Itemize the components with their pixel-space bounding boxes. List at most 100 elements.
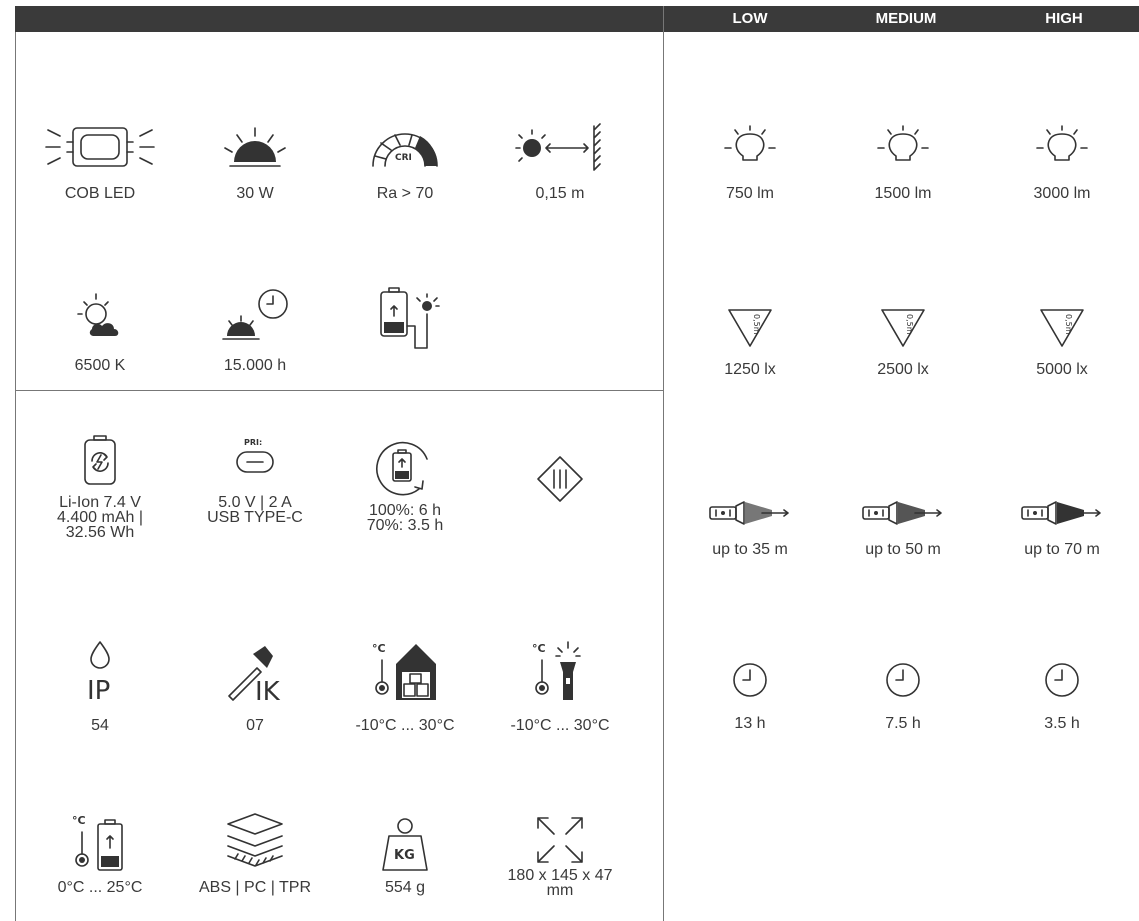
lumen-medium: 1500 lm xyxy=(828,125,978,206)
spec-cri: CRI Ra > 70 xyxy=(330,120,480,210)
svg-text:°C: °C xyxy=(372,642,386,655)
svg-text:0,5m: 0,5m xyxy=(752,314,761,335)
range-medium-value: up to 50 m xyxy=(865,541,941,558)
spec-charge-time: 100%: 6 h 70%: 3.5 h xyxy=(330,435,480,545)
spec-ik: IK 07 xyxy=(180,638,330,748)
range-low: up to 35 m xyxy=(675,500,825,560)
spec-power: 30 W xyxy=(180,120,330,210)
svg-text:CRI: CRI xyxy=(395,153,412,163)
lumen-low: 750 lm xyxy=(675,125,825,206)
sun-cloud-icon xyxy=(77,293,119,336)
bulb-icon xyxy=(1036,125,1088,161)
min-distance-icon xyxy=(515,123,601,171)
lux-medium-value: 2500 lx xyxy=(877,361,929,378)
cri-label: Ra > 70 xyxy=(376,185,434,202)
lifetime-label: 15.000 h xyxy=(223,357,287,374)
charge-time-label: 100%: 6 h 70%: 3.5 h xyxy=(366,502,444,534)
lux-medium: 0,5m 2500 lx xyxy=(828,306,978,386)
lux-cone-icon: 0,5m xyxy=(1040,309,1084,347)
lifetime-icon xyxy=(222,289,288,340)
clock-icon xyxy=(733,663,767,697)
svg-text:IP: IP xyxy=(87,676,110,706)
operating-temp-label: -10°C ... 30°C xyxy=(355,717,455,734)
flashlight-temp-icon: °C xyxy=(532,641,581,700)
level-medium-header: MEDIUM xyxy=(875,10,937,27)
svg-text:°C: °C xyxy=(532,642,546,655)
spec-lifetime: 15.000 h xyxy=(180,289,330,380)
weight-label: 554 g xyxy=(384,879,426,896)
spec-materials: ABS | PC | TPR xyxy=(180,810,330,920)
left-border xyxy=(15,32,16,921)
power-label: 30 W xyxy=(236,185,274,202)
dimensions-arrows-icon xyxy=(537,817,583,863)
storage-temp-icon: °C xyxy=(372,642,436,700)
range-low-value: up to 35 m xyxy=(712,541,788,558)
spec-weight: KG 554 g xyxy=(330,810,480,920)
spec-operating-temp: °C -10°C ... 30°C xyxy=(330,638,480,748)
spec-battery: Li-Ion 7.4 V 4.400 mAh | 32.56 Wh xyxy=(25,435,175,545)
bulb-icon xyxy=(724,125,776,161)
battery-recycle-icon xyxy=(84,435,116,485)
svg-text:0,5m: 0,5m xyxy=(1064,314,1073,335)
lux-low-value: 1250 lx xyxy=(724,361,776,378)
usb-c-icon: PRI: xyxy=(236,438,274,473)
range-high: up to 70 m xyxy=(987,500,1137,560)
charging-temp-icon: °C xyxy=(72,814,123,871)
svg-text:KG: KG xyxy=(394,848,415,863)
spec-min-distance: 0,15 m xyxy=(485,120,635,210)
ik-label: 07 xyxy=(246,717,264,734)
section-divider xyxy=(15,390,663,391)
ip-label: 54 xyxy=(91,717,109,734)
level-low-header: LOW xyxy=(732,10,768,27)
spec-charging-temp: °C 0°C ... 25°C xyxy=(25,810,175,920)
weight-kg-icon: KG xyxy=(382,818,428,871)
svg-text:°C: °C xyxy=(72,814,86,827)
header-bar xyxy=(15,6,1139,32)
runtime-low: 13 h xyxy=(675,660,825,740)
spec-color-temp: 6500 K xyxy=(25,290,175,380)
lux-cone-icon: 0,5m xyxy=(728,309,772,347)
bulb-icon xyxy=(877,125,929,161)
spec-storage-temp: °C -10°C ... 30°C xyxy=(485,638,635,748)
svg-text:0,5m: 0,5m xyxy=(905,314,914,335)
runtime-low-value: 13 h xyxy=(734,715,766,732)
ip-drop-icon: IP xyxy=(87,641,110,706)
lux-high-value: 5000 lx xyxy=(1036,361,1088,378)
svg-text:PRI:: PRI: xyxy=(244,438,262,447)
powerbank-output-icon xyxy=(380,287,440,349)
column-divider xyxy=(663,6,664,921)
lumen-medium-value: 1500 lm xyxy=(874,185,932,202)
clock-icon xyxy=(1045,663,1079,697)
battery-label: Li-Ion 7.4 V 4.400 mAh | 32.56 Wh xyxy=(57,494,143,541)
flashlight-beam-icon xyxy=(1021,501,1101,525)
runtime-high-value: 3.5 h xyxy=(1044,715,1080,732)
lux-cone-icon: 0,5m xyxy=(881,309,925,347)
cri-gauge-icon: CRI xyxy=(372,133,438,167)
spec-cob-led: COB LED xyxy=(25,120,175,210)
flashlight-beam-icon xyxy=(709,501,789,525)
clock-icon xyxy=(886,663,920,697)
spec-dimensions: 180 x 145 x 47 mm xyxy=(485,810,635,920)
lux-low: 0,5m 1250 lx xyxy=(675,306,825,386)
runtime-high: 3.5 h xyxy=(987,660,1137,740)
storage-temp-label: -10°C ... 30°C xyxy=(510,717,610,734)
materials-label: ABS | PC | TPR xyxy=(198,879,312,896)
lumen-high: 3000 lm xyxy=(987,125,1137,206)
runtime-medium-value: 7.5 h xyxy=(885,715,921,732)
ik-hammer-icon: IK xyxy=(228,646,281,707)
material-layers-icon xyxy=(227,813,283,867)
level-high-header: HIGH xyxy=(1045,10,1083,27)
cob-led-label: COB LED xyxy=(64,185,136,202)
range-high-value: up to 70 m xyxy=(1024,541,1100,558)
range-medium: up to 50 m xyxy=(828,500,978,560)
charging-temp-label: 0°C ... 25°C xyxy=(57,879,143,896)
cob-led-icon xyxy=(45,127,155,167)
flashlight-beam-icon xyxy=(862,501,942,525)
runtime-medium: 7.5 h xyxy=(828,660,978,740)
svg-text:IK: IK xyxy=(255,677,281,707)
lux-high: 0,5m 5000 lx xyxy=(987,306,1137,386)
power-lamp-icon xyxy=(224,127,286,167)
color-temp-label: 6500 K xyxy=(74,357,126,374)
lumen-low-value: 750 lm xyxy=(725,185,775,202)
protection-class-iii-icon xyxy=(537,456,583,502)
